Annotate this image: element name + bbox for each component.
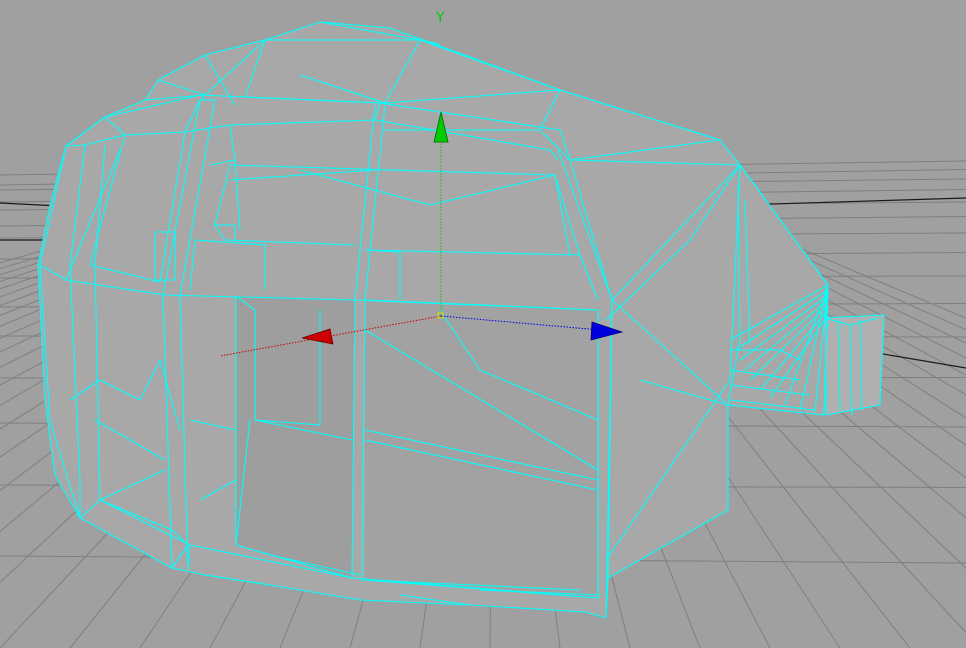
mesh-fill-inner-right (365, 302, 598, 598)
3d-viewport[interactable]: Y (0, 0, 966, 648)
mesh-fill-side-box (824, 315, 884, 415)
viewport-canvas[interactable]: Y (0, 0, 966, 648)
y-axis-label: Y (435, 10, 445, 26)
